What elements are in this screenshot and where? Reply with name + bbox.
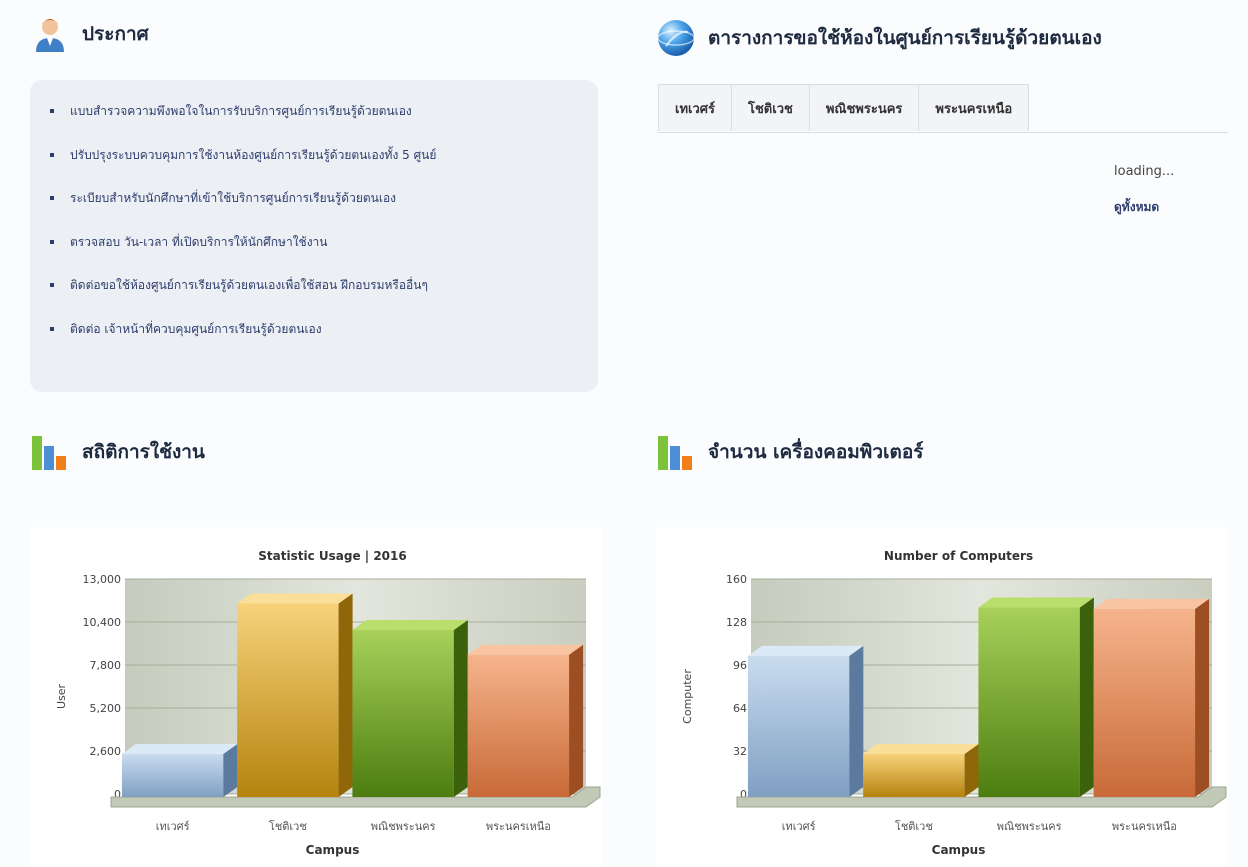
bar: [237, 593, 353, 797]
chart-title: Statistic Usage | 2016: [258, 549, 406, 563]
bar: [978, 597, 1094, 797]
x-tick-label: พระนครเหนือ: [1112, 820, 1177, 833]
bar: [1093, 598, 1210, 797]
list-item: ปรับปรุงระบบควบคุมการใช้งานห้องศูนย์การเ…: [30, 146, 598, 190]
y-tick-label: 96: [733, 659, 747, 672]
usage-chart-svg: Statistic Usage | 201602,6005,2007,80010…: [55, 549, 601, 857]
x-tick-label: โชติเวช: [269, 819, 307, 833]
y-axis-label: Computer: [681, 669, 694, 724]
stats-title: สถิติการใช้งาน: [82, 441, 205, 463]
bar: [863, 744, 979, 797]
y-tick-label: 7,800: [90, 659, 122, 672]
announcement-link[interactable]: ระเบียบสำหรับนักศึกษาที่เข้าใช้บริการศูน…: [70, 191, 396, 205]
announcement-link[interactable]: ตรวจสอบ วัน-เวลา ที่เปิดบริการให้นักศึกษ…: [70, 235, 328, 249]
y-tick-label: 128: [726, 616, 747, 629]
bar-chart-icon: [32, 436, 66, 470]
y-tick-label: 64: [733, 702, 747, 715]
y-tick-label: 5,200: [90, 702, 122, 715]
x-tick-label: โชติเวช: [895, 819, 933, 833]
computers-chart-svg: Number of Computers0326496128160เทเวศร์โ…: [681, 549, 1227, 857]
y-tick-label: 2,600: [90, 745, 122, 758]
list-item: ระเบียบสำหรับนักศึกษาที่เข้าใช้บริการศูน…: [30, 189, 598, 233]
y-tick-label: 13,000: [83, 573, 122, 586]
list-item: แบบสำรวจความพึงพอใจในการรับบริการศูนย์กา…: [30, 102, 598, 146]
announcement-link[interactable]: ติดต่อ เจ้าหน้าที่ควบคุมศูนย์การเรียนรู้…: [70, 322, 322, 336]
announcement-link[interactable]: ติดต่อขอใช้ห้องศูนย์การเรียนรู้ด้วยตนเอง…: [70, 278, 428, 292]
chart-title: Number of Computers: [884, 549, 1033, 563]
tab-phranakhonnuea[interactable]: พระนครเหนือ: [918, 84, 1030, 131]
list-item: ติดต่อ เจ้าหน้าที่ควบคุมศูนย์การเรียนรู้…: [30, 320, 598, 364]
computers-chart: Number of Computers 0 32 64 96 128 160 เทเวศร์โ…: [656, 527, 1228, 867]
schedule-header: ตารางการขอใช้ห้องในศูนย์การเรียนรู้ด้วยต…: [656, 18, 1102, 58]
x-tick-label: พระนครเหนือ: [486, 820, 551, 833]
list-item: ติดต่อขอใช้ห้องศูนย์การเรียนรู้ด้วยตนเอง…: [30, 276, 598, 320]
campus-tabs: เทเวศร์ โชติเวช พณิชพระนคร พระนครเหนือ: [658, 84, 1228, 133]
y-tick-label: 32: [733, 745, 747, 758]
x-tick-label: เทเวศร์: [156, 820, 190, 833]
schedule-title: ตารางการขอใช้ห้องในศูนย์การเรียนรู้ด้วยต…: [708, 27, 1102, 49]
computers-header: จำนวน เครื่องคอมพิวเตอร์: [656, 432, 923, 472]
announcement-link[interactable]: ปรับปรุงระบบควบคุมการใช้งานห้องศูนย์การเ…: [70, 148, 436, 162]
announcements-list: แบบสำรวจความพึงพอใจในการรับบริการศูนย์กา…: [30, 80, 598, 363]
bar: [352, 619, 468, 797]
x-axis-label: Campus: [932, 843, 986, 857]
y-tick-label: 10,400: [83, 616, 122, 629]
x-tick-label: เทเวศร์: [782, 820, 816, 833]
list-item: ตรวจสอบ วัน-เวลา ที่เปิดบริการให้นักศึกษ…: [30, 233, 598, 277]
stats-header: สถิติการใช้งาน: [30, 432, 205, 472]
y-tick-label: 160: [726, 573, 747, 586]
view-all-link[interactable]: ดูทั้งหมด: [1114, 198, 1174, 232]
tab-phanichphranakhon[interactable]: พณิชพระนคร: [808, 84, 920, 131]
bar: [121, 744, 238, 797]
y-axis-label: User: [55, 683, 68, 709]
bar-chart-icon: [658, 436, 692, 470]
tab-thewet[interactable]: เทเวศร์: [658, 84, 732, 131]
globe-icon: [657, 20, 695, 56]
bar: [467, 644, 584, 797]
loading-text: loading...: [1114, 164, 1175, 179]
usage-chart: Statistic Usage | 2016 0 2,600 5,200 7,800 10…: [30, 527, 602, 867]
tab-chotiwet[interactable]: โชติเวช: [731, 84, 810, 131]
person-icon: [36, 19, 64, 52]
announcements-title: ประกาศ: [82, 23, 149, 45]
x-tick-label: พณิชพระนคร: [997, 820, 1062, 833]
x-axis-label: Campus: [306, 843, 360, 857]
x-tick-label: พณิชพระนคร: [371, 820, 436, 833]
schedule-status: loading... ดูทั้งหมด: [1114, 164, 1174, 232]
computers-title: จำนวน เครื่องคอมพิวเตอร์: [708, 441, 924, 463]
announcement-link[interactable]: แบบสำรวจความพึงพอใจในการรับบริการศูนย์กา…: [70, 104, 412, 118]
announcements-header: ประกาศ: [30, 14, 149, 54]
announcements-panel: แบบสำรวจความพึงพอใจในการรับบริการศูนย์กา…: [30, 80, 598, 392]
bar: [747, 645, 864, 797]
